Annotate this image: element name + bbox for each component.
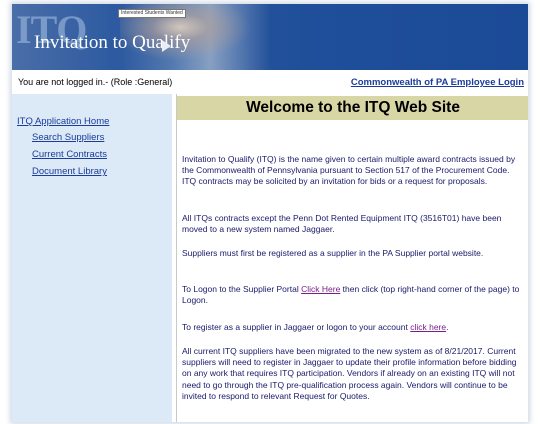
sidebar-item-search-suppliers[interactable]: Search Suppliers xyxy=(32,132,104,143)
intro-paragraph: Invitation to Qualify (ITQ) is the name … xyxy=(182,154,516,187)
welcome-bar: Welcome to the ITQ Web Site xyxy=(177,96,528,120)
sidebar-item-itq-home[interactable]: ITQ Application Home xyxy=(17,116,109,127)
employee-login-link[interactable]: Commonwealth of PA Employee Login xyxy=(351,77,524,88)
sidebar-item-document-library[interactable]: Document Library xyxy=(32,166,107,177)
jaggaer-move-paragraph: All ITQs contracts except the Penn Dot R… xyxy=(182,213,502,235)
jaggaer-register-text-after: . xyxy=(446,322,449,332)
supplier-portal-paragraph: To Logon to the Supplier Portal Click He… xyxy=(182,284,525,306)
sidebar: ITQ Application Home Search Suppliers Cu… xyxy=(12,94,172,422)
tooltip: Interested Students Wanted xyxy=(118,9,186,18)
jaggaer-register-text-before: To register as a supplier in Jaggaer or … xyxy=(182,322,411,332)
header-banner: ITQ Invitation to Qualify Interested Stu… xyxy=(12,4,528,70)
supplier-portal-link[interactable]: Click Here xyxy=(301,284,340,294)
registration-paragraph: Suppliers must first be registered as a … xyxy=(182,248,484,258)
login-status-text: You are not logged in.- (Role :General) xyxy=(18,77,173,87)
sidebar-item-current-contracts[interactable]: Current Contracts xyxy=(32,149,107,160)
page-title: Welcome to the ITQ Web Site xyxy=(246,99,460,116)
status-row: You are not logged in.- (Role :General) … xyxy=(12,74,528,90)
supplier-portal-text-before: To Logon to the Supplier Portal xyxy=(182,284,302,294)
jaggaer-register-link[interactable]: click here xyxy=(410,322,446,332)
main-content: Welcome to the ITQ Web Site Invitation t… xyxy=(176,94,528,422)
jaggaer-register-paragraph: To register as a supplier in Jaggaer or … xyxy=(182,322,525,333)
migration-paragraph: All current ITQ suppliers have been migr… xyxy=(182,346,517,401)
arrow-icon xyxy=(162,40,171,52)
browser-page: ITQ Invitation to Qualify Interested Stu… xyxy=(12,4,528,422)
